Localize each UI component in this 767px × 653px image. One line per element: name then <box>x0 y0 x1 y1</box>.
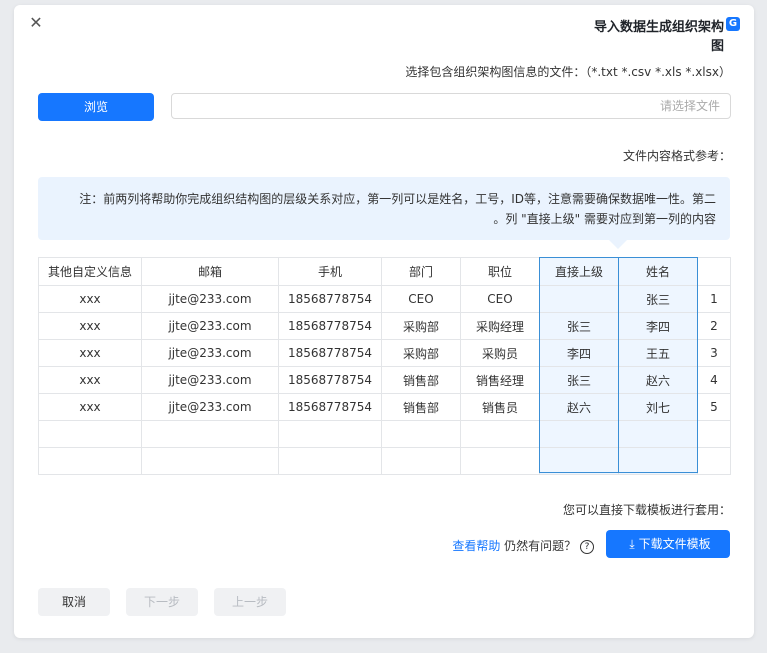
cell-custom: xxx <box>38 285 142 313</box>
download-icon: ⤓ <box>629 537 635 551</box>
cell-empty <box>381 420 461 448</box>
cell-empty <box>38 420 142 448</box>
table-row: xxx jjte@233.com 18568778754 CEO CEO 张三 … <box>38 285 731 313</box>
cell-phone: 18568778754 <box>278 312 382 340</box>
cell-department: 采购部 <box>381 312 461 340</box>
cell-department: 采购部 <box>381 339 461 367</box>
app-logo-icon: G <box>726 17 740 31</box>
cell-empty <box>697 420 731 448</box>
format-reference-table: 其他自定义信息 邮箱 手机 部门 职位 直接上级 姓名 xxx jjte@233… <box>38 257 731 475</box>
close-icon[interactable]: ✕ <box>26 13 46 33</box>
cell-empty <box>460 420 540 448</box>
cell-empty <box>697 447 731 475</box>
help-prefix: 仍然有问题？ <box>504 539 577 553</box>
cell-email: jjte@233.com <box>141 285 279 313</box>
table-row: xxx jjte@233.com 18568778754 采购部 采购员 李四 … <box>38 339 731 367</box>
cell-manager: 张三 <box>539 366 619 394</box>
download-template-button[interactable]: ⤓ 下载文件模板 <box>606 530 730 558</box>
table-row <box>38 447 731 475</box>
cell-manager: 赵六 <box>539 393 619 421</box>
cell-position: CEO <box>460 285 540 313</box>
note-arrow <box>609 240 627 249</box>
table-row: xxx jjte@233.com 18568778754 销售部 销售员 赵六 … <box>38 393 731 421</box>
cell-phone: 18568778754 <box>278 393 382 421</box>
cell-index: 1 <box>697 285 731 313</box>
cell-empty <box>278 420 382 448</box>
help-link[interactable]: 查看帮助 <box>452 539 500 553</box>
cell-custom: xxx <box>38 393 142 421</box>
header-position: 职位 <box>460 257 540 286</box>
cell-manager: 李四 <box>539 339 619 367</box>
cell-custom: xxx <box>38 339 142 367</box>
format-note: 注：前两列将帮助你完成组织结构图的层级关系对应，第一列可以是姓名，工号，ID等，… <box>38 177 730 240</box>
cell-empty <box>38 447 142 475</box>
cell-name: 王五 <box>618 339 698 367</box>
cell-index: 5 <box>697 393 731 421</box>
cell-empty <box>381 447 461 475</box>
header-email: 邮箱 <box>141 257 279 286</box>
cell-name: 刘七 <box>618 393 698 421</box>
cell-position: 销售员 <box>460 393 540 421</box>
cell-department: CEO <box>381 285 461 313</box>
cell-position: 销售经理 <box>460 366 540 394</box>
cell-name: 李四 <box>618 312 698 340</box>
file-select-label: 选择包含组织架构图信息的文件：（*.txt *.csv *.xls *.xlsx… <box>405 65 731 79</box>
cell-position: 采购员 <box>460 339 540 367</box>
table-header-row: 其他自定义信息 邮箱 手机 部门 职位 直接上级 姓名 <box>38 257 731 286</box>
cell-email: jjte@233.com <box>141 312 279 340</box>
table-row: xxx jjte@233.com 18568778754 采购部 采购经理 张三… <box>38 312 731 340</box>
cell-phone: 18568778754 <box>278 285 382 313</box>
cell-empty <box>278 447 382 475</box>
cell-custom: xxx <box>38 312 142 340</box>
cell-name: 张三 <box>618 285 698 313</box>
cell-department: 销售部 <box>381 366 461 394</box>
format-reference-label: 文件内容格式参考： <box>622 149 731 163</box>
dialog-title: 导入数据生成组织架构图 <box>593 20 724 54</box>
cell-phone: 18568778754 <box>278 339 382 367</box>
header-manager: 直接上级 <box>539 257 619 286</box>
template-label: 您可以直接下载模板进行套用： <box>562 503 731 517</box>
header-department: 部门 <box>381 257 461 286</box>
next-step-button[interactable]: 下一步 <box>126 588 198 616</box>
header-index <box>697 257 731 286</box>
cell-empty <box>141 420 279 448</box>
help-question-icon: ? <box>580 539 594 554</box>
cell-department: 销售部 <box>381 393 461 421</box>
table-row: xxx jjte@233.com 18568778754 销售部 销售经理 张三… <box>38 366 731 394</box>
import-dialog: G 导入数据生成组织架构图 ✕ 选择包含组织架构图信息的文件：（*.txt *.… <box>14 5 754 638</box>
table-row <box>38 420 731 448</box>
header-name: 姓名 <box>618 257 698 286</box>
cell-manager <box>539 285 619 313</box>
header-phone: 手机 <box>278 257 382 286</box>
cell-name: 赵六 <box>618 366 698 394</box>
cell-empty <box>539 447 619 475</box>
format-note-line1: 注：前两列将帮助你完成组织结构图的层级关系对应，第一列可以是姓名，工号，ID等，… <box>79 192 716 206</box>
cancel-button[interactable]: 取消 <box>38 588 110 616</box>
prev-step-button[interactable]: 上一步 <box>214 588 286 616</box>
cell-phone: 18568778754 <box>278 366 382 394</box>
browse-button[interactable]: 浏览 <box>38 93 154 121</box>
cell-empty <box>141 447 279 475</box>
cell-index: 2 <box>697 312 731 340</box>
cell-index: 4 <box>697 366 731 394</box>
format-note-line2: 列 "直接上级" 需要对应到第一列的内容。 <box>493 212 716 226</box>
cell-empty <box>618 420 698 448</box>
file-path-input[interactable]: 请选择文件 <box>171 93 731 119</box>
download-template-label: 下载文件模板 <box>638 537 711 551</box>
cell-email: jjte@233.com <box>141 339 279 367</box>
header-custom: 其他自定义信息 <box>38 257 142 286</box>
cell-email: jjte@233.com <box>141 393 279 421</box>
cell-empty <box>539 420 619 448</box>
cell-empty <box>460 447 540 475</box>
cell-custom: xxx <box>38 366 142 394</box>
cell-manager: 张三 <box>539 312 619 340</box>
cell-position: 采购经理 <box>460 312 540 340</box>
help-row: 查看帮助 仍然有问题？ ? <box>444 537 594 554</box>
cell-empty <box>618 447 698 475</box>
cell-email: jjte@233.com <box>141 366 279 394</box>
cell-index: 3 <box>697 339 731 367</box>
